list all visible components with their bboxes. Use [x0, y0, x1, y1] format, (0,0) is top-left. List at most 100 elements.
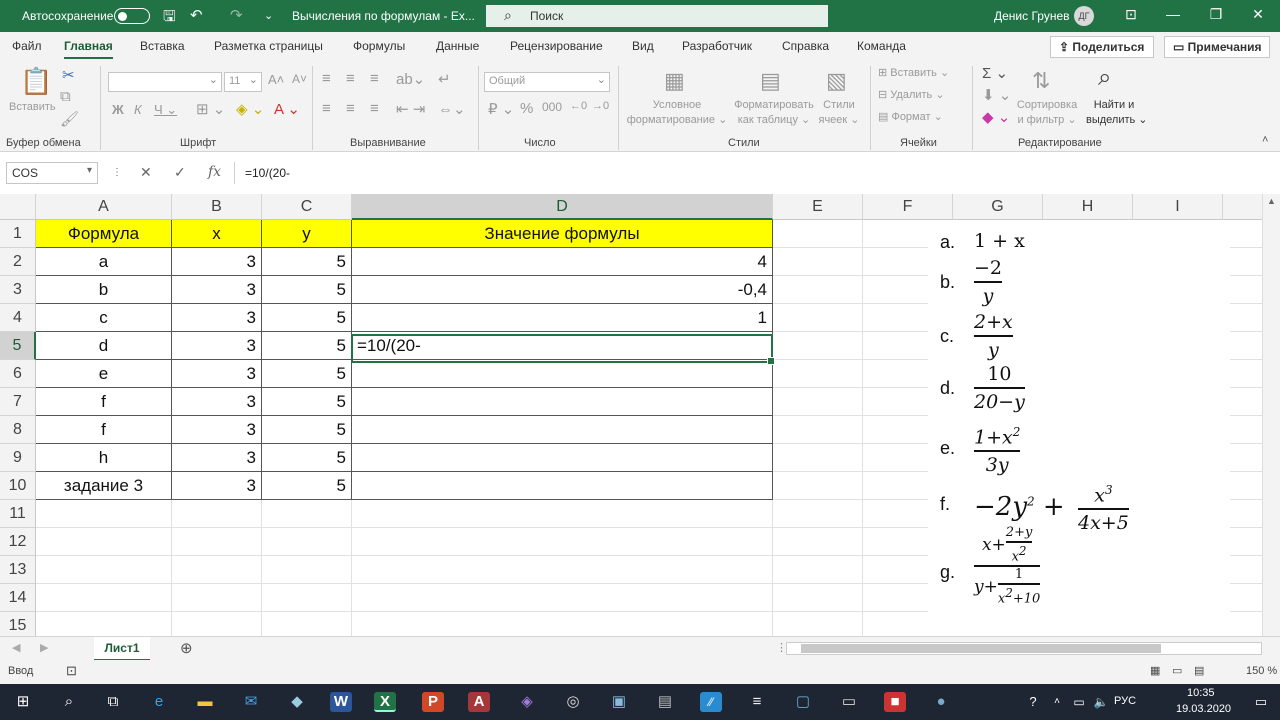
- tab-developer[interactable]: Разработчик: [682, 39, 752, 53]
- increase-decimal-icon[interactable]: ←0: [570, 100, 587, 112]
- empty-cell[interactable]: [773, 360, 863, 388]
- formula-value-cell[interactable]: [352, 472, 773, 500]
- comments-button[interactable]: ▭ Примечания: [1164, 36, 1270, 58]
- variable-cell[interactable]: 3: [172, 276, 262, 304]
- cut-icon[interactable]: ✂: [62, 66, 75, 84]
- variable-cell[interactable]: 5: [262, 276, 352, 304]
- find-select-button[interactable]: Найти и выделить ⌄: [1086, 98, 1148, 128]
- app-icon[interactable]: ●: [930, 692, 952, 712]
- empty-cell[interactable]: [172, 612, 262, 636]
- font-size-combo[interactable]: 11: [224, 72, 262, 92]
- formula-name-cell[interactable]: d: [36, 332, 172, 360]
- formula-name-cell[interactable]: c: [36, 304, 172, 332]
- italic-icon[interactable]: К: [134, 102, 142, 117]
- cell-styles-icon[interactable]: ▧: [826, 68, 847, 94]
- minimize-icon[interactable]: —: [1163, 6, 1183, 22]
- task-view-icon[interactable]: ⧉: [102, 692, 124, 712]
- row-header[interactable]: 12: [0, 528, 36, 556]
- excel-icon[interactable]: X: [374, 692, 396, 712]
- horizontal-scrollbar[interactable]: [786, 642, 1262, 655]
- align-right-icon[interactable]: ≡: [370, 100, 379, 117]
- empty-cell[interactable]: [773, 528, 863, 556]
- row-header[interactable]: 8: [0, 416, 36, 444]
- header-cell[interactable]: Формула: [36, 220, 172, 248]
- currency-icon[interactable]: ₽ ⌄: [488, 100, 514, 118]
- formula-value-cell[interactable]: =10/(20-: [352, 332, 773, 360]
- format-cells-button[interactable]: ▤ Формат ⌄: [878, 110, 943, 125]
- page-layout-icon[interactable]: ▭: [1172, 664, 1182, 677]
- empty-cell[interactable]: [773, 472, 863, 500]
- formula-name-cell[interactable]: e: [36, 360, 172, 388]
- variable-cell[interactable]: 5: [262, 388, 352, 416]
- variable-cell[interactable]: 5: [262, 332, 352, 360]
- wrap-text-icon[interactable]: ↵: [438, 70, 451, 88]
- empty-cell[interactable]: [172, 556, 262, 584]
- borders-icon[interactable]: ⊞ ⌄: [196, 100, 225, 118]
- align-center-icon[interactable]: ≡: [346, 100, 355, 117]
- sheet-tab-list1[interactable]: Лист1: [94, 637, 150, 661]
- tray-chevron-icon[interactable]: ˄: [1046, 692, 1068, 712]
- variable-cell[interactable]: 3: [172, 360, 262, 388]
- empty-cell[interactable]: [36, 528, 172, 556]
- row-header[interactable]: 10: [0, 472, 36, 500]
- visual-studio-icon[interactable]: ◈: [516, 692, 538, 712]
- format-painter-icon[interactable]: 🖌: [60, 110, 79, 128]
- clock-time[interactable]: 10:35: [1187, 687, 1215, 699]
- find-select-icon[interactable]: ⌕: [1098, 64, 1111, 92]
- header-cell[interactable]: x: [172, 220, 262, 248]
- zoom-level[interactable]: 150 %: [1246, 665, 1277, 677]
- row-header[interactable]: 5: [0, 332, 36, 360]
- app-icon[interactable]: ≡: [746, 692, 768, 712]
- notifications-icon[interactable]: ▭: [1250, 692, 1272, 712]
- empty-cell[interactable]: [36, 612, 172, 636]
- close-icon[interactable]: ✕: [1248, 6, 1268, 23]
- app-icon[interactable]: ▢: [792, 692, 814, 712]
- increase-font-icon[interactable]: A˄: [268, 72, 284, 87]
- prev-sheet-icon[interactable]: ◀: [12, 641, 20, 654]
- formula-value-cell[interactable]: 1: [352, 304, 773, 332]
- variable-cell[interactable]: 5: [262, 416, 352, 444]
- row-header[interactable]: 1: [0, 220, 36, 248]
- formula-name-cell[interactable]: a: [36, 248, 172, 276]
- empty-cell[interactable]: [352, 556, 773, 584]
- app-icon[interactable]: ▣: [608, 692, 630, 712]
- empty-cell[interactable]: [773, 220, 863, 248]
- align-top-icon[interactable]: ≡: [322, 70, 331, 87]
- autosum-icon[interactable]: Σ ⌄: [982, 64, 1008, 82]
- variable-cell[interactable]: 3: [172, 332, 262, 360]
- next-sheet-icon[interactable]: ▶: [40, 641, 48, 654]
- column-header-i[interactable]: I: [1133, 194, 1223, 220]
- formula-value-cell[interactable]: [352, 360, 773, 388]
- font-color-icon[interactable]: A ⌄: [274, 100, 300, 118]
- formula-name-cell[interactable]: b: [36, 276, 172, 304]
- format-as-table-icon[interactable]: ▤: [760, 68, 781, 94]
- formulas-image[interactable]: a. 1 + x b. −2 y c. 2+x y d. 10 20−y e. 1+x…: [928, 220, 1230, 636]
- normal-view-icon[interactable]: ▦: [1150, 664, 1160, 677]
- collapse-ribbon-icon[interactable]: ˄: [1262, 134, 1268, 146]
- percent-icon[interactable]: %: [520, 100, 533, 117]
- tab-team[interactable]: Команда: [857, 39, 906, 53]
- empty-cell[interactable]: [773, 332, 863, 360]
- sort-filter-button[interactable]: Сортировка и фильтр ⌄: [1014, 98, 1080, 128]
- font-name-combo[interactable]: [108, 72, 222, 92]
- formula-name-cell[interactable]: h: [36, 444, 172, 472]
- decrease-decimal-icon[interactable]: →0: [592, 100, 609, 112]
- variable-cell[interactable]: 5: [262, 304, 352, 332]
- tab-view[interactable]: Вид: [632, 39, 654, 53]
- clear-icon[interactable]: ◆ ⌄: [982, 108, 1010, 126]
- tab-page-layout[interactable]: Разметка страницы: [214, 39, 323, 53]
- row-header[interactable]: 6: [0, 360, 36, 388]
- app-icon[interactable]: ▭: [838, 692, 860, 712]
- copy-icon[interactable]: ⧉: [60, 88, 71, 105]
- formula-value-cell[interactable]: 4: [352, 248, 773, 276]
- fill-color-icon[interactable]: ◈ ⌄: [236, 100, 264, 118]
- formula-name-cell[interactable]: f: [36, 388, 172, 416]
- thousands-icon[interactable]: 000: [542, 100, 562, 114]
- tab-data[interactable]: Данные: [436, 39, 479, 53]
- scroll-up-icon[interactable]: ▲: [1267, 196, 1276, 206]
- cell-styles-button[interactable]: Стили ячеек ⌄: [814, 98, 864, 128]
- column-header-f[interactable]: F: [863, 194, 953, 220]
- empty-cell[interactable]: [172, 584, 262, 612]
- column-header-j[interactable]: [1223, 194, 1262, 220]
- column-header-h[interactable]: H: [1043, 194, 1133, 220]
